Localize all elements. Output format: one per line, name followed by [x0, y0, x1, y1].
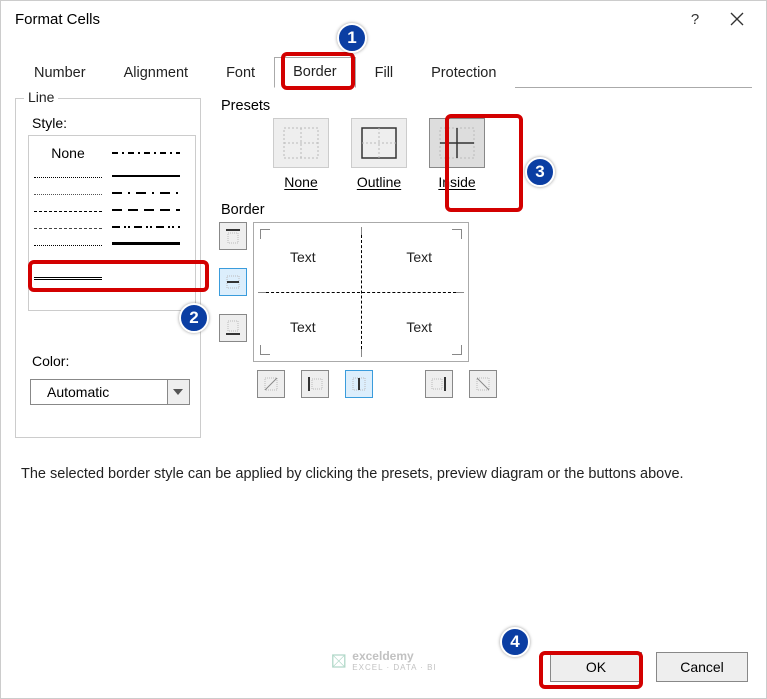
- preview-corner-icon: [260, 229, 270, 239]
- style-opt-3[interactable]: [32, 203, 104, 220]
- presets-row: None Outline Inside: [273, 118, 752, 190]
- style-opt-12[interactable]: [110, 218, 182, 235]
- tab-protection[interactable]: Protection: [412, 58, 515, 88]
- style-opt-9[interactable]: [110, 167, 182, 184]
- border-top-button[interactable]: [219, 222, 247, 250]
- border-vmid-icon: [350, 375, 368, 393]
- style-opt-4[interactable]: [32, 220, 104, 237]
- preset-none[interactable]: None: [273, 118, 329, 190]
- preset-none-icon: [283, 127, 319, 159]
- border-hmid-icon: [224, 273, 242, 291]
- close-button[interactable]: [716, 5, 758, 33]
- callout-4: 4: [500, 627, 530, 657]
- style-opt-1[interactable]: [32, 169, 104, 186]
- preset-inside-label: Inside: [438, 174, 475, 190]
- preview-text-br: Text: [406, 319, 432, 335]
- border-diag-down-button[interactable]: [469, 370, 497, 398]
- presets-legend: Presets: [221, 98, 752, 114]
- watermark-sub: EXCEL · DATA · BI: [352, 663, 436, 672]
- style-opt-2[interactable]: [32, 186, 104, 203]
- watermark: exceldemy EXCEL · DATA · BI: [330, 649, 436, 672]
- style-label: Style:: [32, 115, 188, 131]
- style-opt-6[interactable]: [32, 254, 104, 271]
- preview-corner-icon: [452, 229, 462, 239]
- color-label: Color:: [32, 353, 188, 369]
- diag-up-icon: [262, 375, 280, 393]
- preview-text-tr: Text: [406, 249, 432, 265]
- border-hmid-button[interactable]: [219, 268, 247, 296]
- border-left-button[interactable]: [301, 370, 329, 398]
- preview-corner-icon: [452, 345, 462, 355]
- preset-none-label: None: [284, 174, 317, 190]
- cancel-button[interactable]: Cancel: [656, 652, 748, 682]
- preview-text-bl: Text: [290, 319, 316, 335]
- dialog-footer: OK Cancel: [550, 652, 748, 682]
- border-left-icon: [306, 375, 324, 393]
- close-icon: [730, 12, 744, 26]
- tab-fill[interactable]: Fill: [356, 58, 413, 88]
- border-bottom-button[interactable]: [219, 314, 247, 342]
- border-diag-up-button[interactable]: [257, 370, 285, 398]
- color-select[interactable]: Automatic: [30, 379, 168, 405]
- hint-text: The selected border style can be applied…: [21, 464, 748, 486]
- border-top-icon: [224, 227, 242, 245]
- tab-number[interactable]: Number: [15, 58, 105, 88]
- border-right-button[interactable]: [425, 370, 453, 398]
- ok-button[interactable]: OK: [550, 652, 642, 682]
- border-bottom-icon: [224, 319, 242, 337]
- tab-alignment[interactable]: Alignment: [105, 58, 207, 88]
- right-column: Presets None Outline: [219, 98, 752, 438]
- border-area: Text Text Text Text: [219, 222, 752, 362]
- style-opt-11[interactable]: [110, 201, 182, 218]
- style-opt-8[interactable]: [110, 138, 182, 167]
- border-vmid-button[interactable]: [345, 370, 373, 398]
- style-none[interactable]: None: [32, 138, 104, 169]
- tab-font[interactable]: Font: [207, 58, 274, 88]
- style-opt-10[interactable]: [110, 184, 182, 201]
- style-opt-14[interactable]: [110, 252, 182, 269]
- diag-down-icon: [474, 375, 492, 393]
- tab-bar: Number Alignment Font Border Fill Protec…: [15, 55, 752, 88]
- watermark-icon: [330, 653, 346, 669]
- border-right-icon: [430, 375, 448, 393]
- preset-inside-icon: [439, 127, 475, 159]
- preset-outline[interactable]: Outline: [351, 118, 407, 190]
- preset-outline-icon: [361, 127, 397, 159]
- style-grid: None: [28, 135, 196, 311]
- help-button[interactable]: ?: [674, 5, 716, 33]
- style-opt-5[interactable]: [32, 237, 104, 254]
- border-preview[interactable]: Text Text Text Text: [253, 222, 469, 362]
- line-legend: Line: [24, 89, 58, 105]
- style-opt-7[interactable]: [32, 271, 104, 288]
- preview-corner-icon: [260, 345, 270, 355]
- tab-border[interactable]: Border: [274, 57, 356, 88]
- watermark-text: exceldemy: [352, 649, 436, 663]
- titlebar: Format Cells ?: [1, 1, 766, 37]
- dialog-body: Line Style: None: [1, 88, 766, 438]
- style-opt-13[interactable]: [110, 235, 182, 252]
- preset-inside[interactable]: Inside: [429, 118, 485, 190]
- line-group: Line Style: None: [15, 98, 201, 438]
- preset-outline-label: Outline: [357, 174, 401, 190]
- dialog-title: Format Cells: [15, 11, 674, 28]
- format-cells-dialog: Format Cells ? Number Alignment Font Bor…: [0, 0, 767, 699]
- chevron-down-icon: [173, 389, 183, 395]
- border-legend: Border: [221, 202, 752, 218]
- color-dropdown-button[interactable]: [168, 379, 190, 405]
- preview-inner-hline: [266, 292, 456, 293]
- preview-text-tl: Text: [290, 249, 316, 265]
- border-bottom-row: [257, 370, 752, 398]
